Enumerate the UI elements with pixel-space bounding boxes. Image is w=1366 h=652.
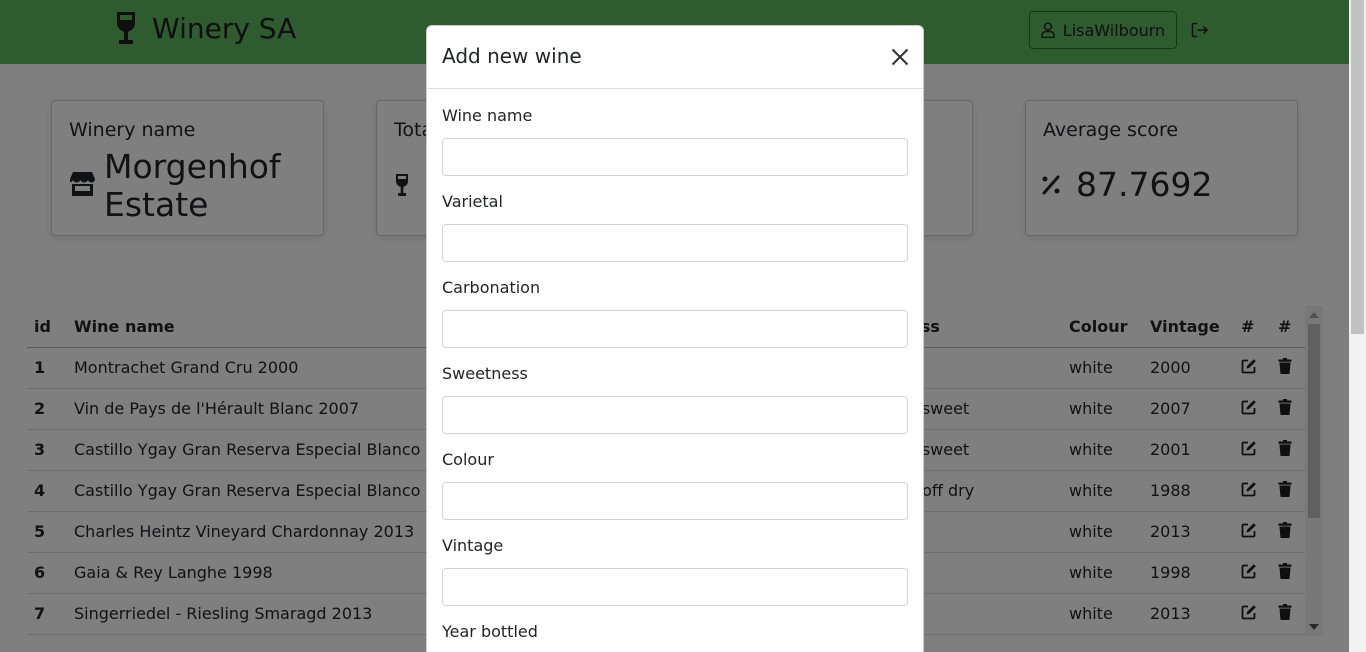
wine-name-input[interactable] <box>442 138 908 176</box>
colour-label: Colour <box>442 450 494 469</box>
year-bottled-label: Year bottled <box>442 622 538 641</box>
page-scrollbar[interactable] <box>1349 0 1366 652</box>
vintage-input[interactable] <box>442 568 908 606</box>
colour-input[interactable] <box>442 482 908 520</box>
vintage-group: Vintage <box>442 536 908 606</box>
carbonation-input[interactable] <box>442 310 908 348</box>
sweetness-group: Sweetness <box>442 364 908 434</box>
modal-header: Add new wine <box>427 26 923 89</box>
wine-name-label: Wine name <box>442 106 533 125</box>
carbonation-label: Carbonation <box>442 278 541 297</box>
sweetness-label: Sweetness <box>442 364 528 383</box>
year-bottled-group: Year bottled <box>442 622 908 646</box>
page: Winery SA LisaWilbourn Winery name Morge… <box>0 0 1349 652</box>
varietal-input[interactable] <box>442 224 908 262</box>
close-icon[interactable] <box>891 48 909 66</box>
varietal-group: Varietal <box>442 192 908 262</box>
colour-group: Colour <box>442 450 908 520</box>
page-scroll-thumb[interactable] <box>1351 0 1364 334</box>
varietal-label: Varietal <box>442 192 503 211</box>
modal-title: Add new wine <box>442 44 582 68</box>
vintage-label: Vintage <box>442 536 504 555</box>
sweetness-input[interactable] <box>442 396 908 434</box>
carbonation-group: Carbonation <box>442 278 908 348</box>
add-wine-modal: Add new wine Wine name Varietal Carbonat… <box>426 25 924 652</box>
wine-name-group: Wine name <box>442 106 908 176</box>
